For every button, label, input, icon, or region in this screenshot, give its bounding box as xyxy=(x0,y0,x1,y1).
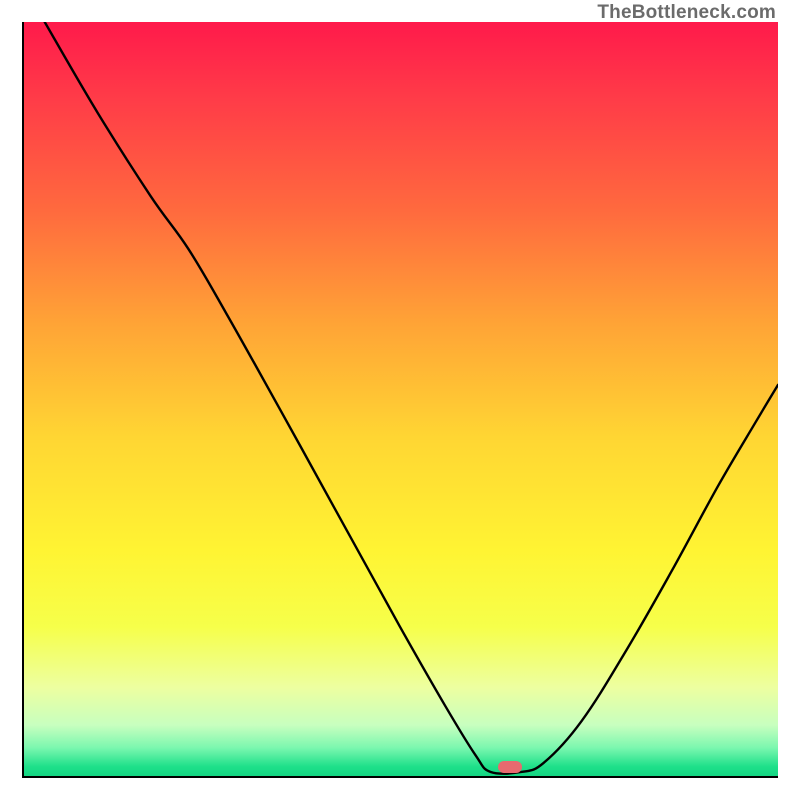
curve-layer xyxy=(22,22,778,778)
optimal-marker xyxy=(498,761,522,773)
y-axis xyxy=(22,22,24,778)
plot-area xyxy=(22,22,778,778)
chart-container: TheBottleneck.com xyxy=(0,0,800,800)
bottleneck-curve xyxy=(45,22,778,774)
watermark-text: TheBottleneck.com xyxy=(597,2,776,24)
x-axis xyxy=(22,776,778,778)
